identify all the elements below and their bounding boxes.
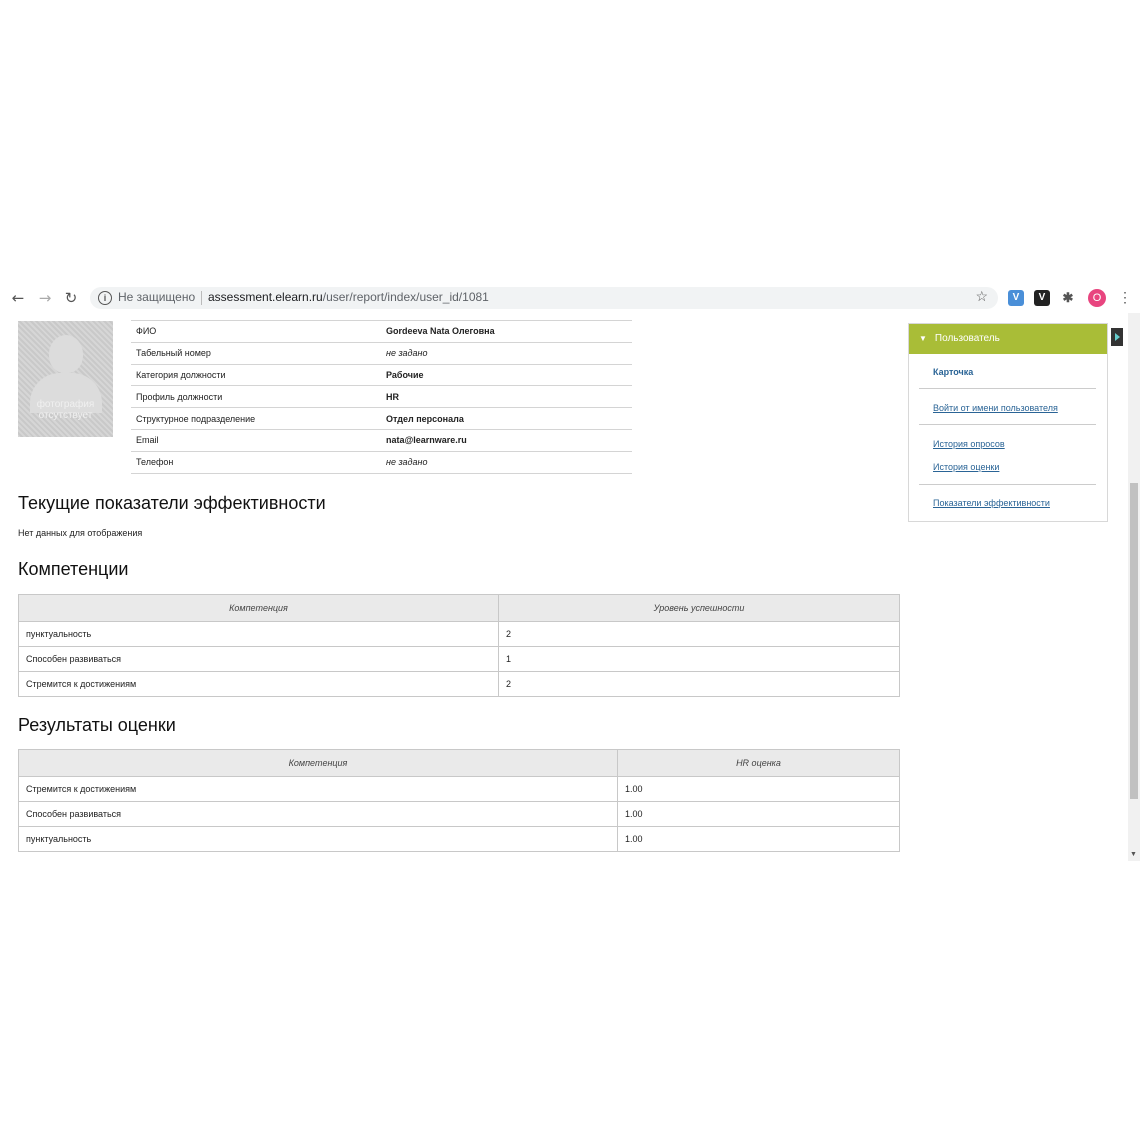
security-label: Не защищено [118,290,196,304]
profile-row: Телефон не задано [131,450,632,474]
profile-label: Табельный номер [131,341,381,365]
profile-info-table: ФИО Gordeeva Nata Олеговна Табельный номе… [131,320,632,474]
profile-row: Email nata@learnware.ru [131,428,632,452]
column-header-success-level[interactable]: Уровень успешности [498,594,900,622]
scroll-down-arrow-icon[interactable]: ▼ [1130,851,1137,858]
profile-value: nata@learnware.ru [381,428,632,452]
cell-level: 1 [498,646,900,672]
profile-value: Gordeeva Nata Олеговна [381,320,632,343]
sidebar-item-login-as-user[interactable]: Войти от имени пользователя [933,403,1058,413]
sidebar-header[interactable]: ▼ Пользователь [909,324,1107,354]
column-header-hr-score[interactable]: HR оценка [617,749,900,777]
cell-competency: пунктуальность [18,826,618,852]
cell-competency: Способен развиваться [18,646,499,672]
table-row: Способен развиваться 1 [18,646,900,672]
photo-caption-line2: отсутствует [38,410,93,421]
address-bar[interactable]: i Не защищено assessment.elearn.ru/user/… [90,287,998,309]
chevron-down-icon: ▼ [919,334,927,343]
profile-row: Профиль должности HR [131,385,632,408]
sidebar-divider [919,388,1096,389]
bookmark-star-icon[interactable]: ☆ [975,288,988,305]
cell-score: 1.00 [617,776,900,802]
profile-value: HR [381,385,632,408]
back-arrow-icon[interactable]: ← [9,289,27,307]
profile-label: ФИО [131,320,381,343]
profile-avatar[interactable]: O [1088,289,1106,307]
cell-competency: Способен развиваться [18,801,618,827]
kpi-empty-message: Нет данных для отображения [18,528,143,538]
table-row: пунктуальность 2 [18,621,900,647]
cell-level: 2 [498,671,900,697]
url-domain: assessment.elearn.ru [208,290,323,304]
address-separator [201,291,202,305]
silhouette-head [49,335,83,373]
vertical-scrollbar[interactable]: ▼ [1128,313,1140,861]
info-icon[interactable]: i [98,291,112,305]
cell-level: 2 [498,621,900,647]
extension-v-blue-icon[interactable]: V [1008,290,1024,306]
profile-row: Структурное подразделение Отдел персонала [131,407,632,430]
results-heading: Результаты оценки [18,715,176,735]
table-row: пунктуальность 1.00 [18,826,900,852]
cell-competency: Стремится к достижениям [18,776,618,802]
table-row: Способен развиваться 1.00 [18,801,900,827]
profile-label: Категория должности [131,363,381,386]
cell-score: 1.00 [617,801,900,827]
profile-label: Телефон [131,450,381,474]
extension-v-dark-icon[interactable]: V [1034,290,1050,306]
reload-icon[interactable]: ↻ [62,289,80,307]
profile-value: не задано [381,341,632,365]
profile-label: Структурное подразделение [131,407,381,430]
profile-row: Табельный номер не задано [131,341,632,365]
column-header-competency[interactable]: Компетенция [18,749,618,777]
browser-toolbar: ← → ↻ i Не защищено assessment.elearn.ru… [0,283,1140,313]
table-header-row: Компетенция Уровень успешности [18,594,900,622]
user-sidebar-panel: ▼ Пользователь Карточка Войти от имени по… [908,323,1108,522]
table-row: Стремится к достижениям 2 [18,671,900,697]
cell-competency: Стремится к достижениям [18,671,499,697]
photo-caption-line1: фотография [36,399,95,410]
sidebar-divider [919,484,1096,485]
sidebar-item-card[interactable]: Карточка [933,367,973,377]
triangle-right-icon [1115,333,1120,341]
kebab-menu-icon[interactable]: ⋮ [1118,289,1132,306]
profile-row: ФИО Gordeeva Nata Олеговна [131,320,632,343]
sidebar-toggle-button[interactable] [1111,328,1123,346]
sidebar-item-performance-indicators[interactable]: Показатели эффективности [933,498,1050,508]
profile-value: Рабочие [381,363,632,386]
sidebar-item-survey-history[interactable]: История опросов [933,439,1005,449]
puzzle-extensions-icon[interactable]: ✱ [1060,290,1076,306]
cell-score: 1.00 [617,826,900,852]
profile-value: Отдел персонала [381,407,632,430]
url-path: /user/report/index/user_id/1081 [322,290,489,304]
table-row: Стремится к достижениям 1.00 [18,776,900,802]
kpi-heading: Текущие показатели эффективности [18,493,326,513]
page-content: фотография отсутствует ФИО Gordeeva Nata … [0,313,1128,858]
competencies-heading: Компетенции [18,559,129,579]
profile-value: не задано [381,450,632,474]
table-header-row: Компетенция HR оценка [18,749,900,777]
profile-row: Категория должности Рабочие [131,363,632,386]
scrollbar-thumb[interactable] [1130,483,1138,799]
url-text[interactable]: assessment.elearn.ru/user/report/index/u… [208,290,489,304]
profile-label: Профиль должности [131,385,381,408]
forward-arrow-icon[interactable]: → [36,289,54,307]
results-table: Компетенция HR оценка Стремится к достиж… [18,749,900,852]
sidebar-item-assessment-history[interactable]: История оценки [933,462,999,472]
profile-label: Email [131,428,381,452]
user-photo-placeholder: фотография отсутствует [18,321,113,437]
sidebar-header-label: Пользователь [934,333,1000,344]
sidebar-divider [919,424,1096,425]
competencies-table: Компетенция Уровень успешности пунктуаль… [18,594,900,697]
column-header-competency[interactable]: Компетенция [18,594,499,622]
cell-competency: пунктуальность [18,621,499,647]
